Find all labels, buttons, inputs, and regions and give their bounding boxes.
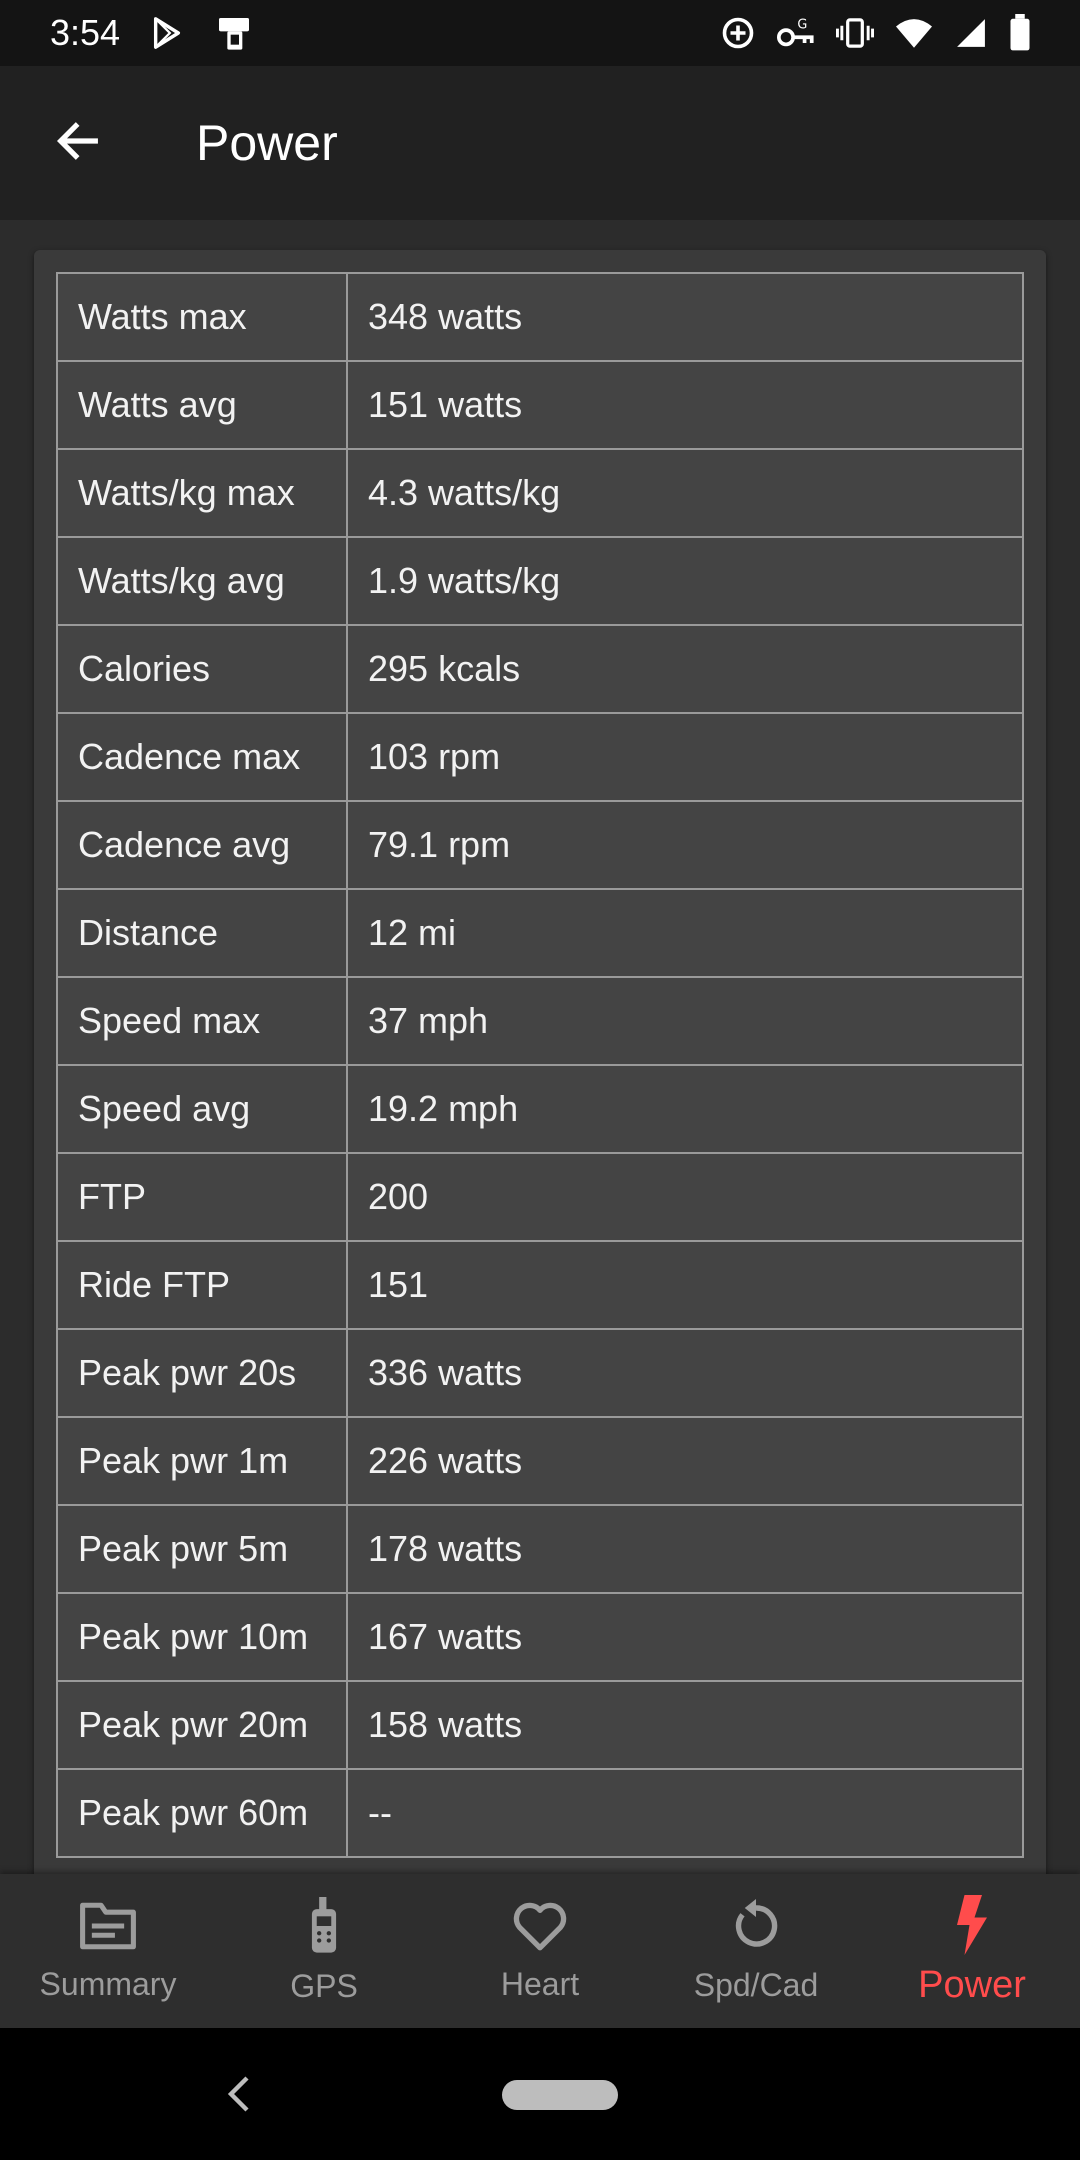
cell-signal-icon	[954, 15, 988, 51]
table-row: Peak pwr 20s 336 watts	[56, 1328, 1024, 1418]
system-home-button[interactable]	[502, 2080, 618, 2110]
stat-label: Watts/kg max	[56, 448, 348, 538]
table-row: Cadence avg 79.1 rpm	[56, 800, 1024, 890]
table-row: FTP 200	[56, 1152, 1024, 1242]
stat-label: Peak pwr 1m	[56, 1416, 348, 1506]
page-title: Power	[196, 115, 338, 171]
bottom-nav: Summary GPS Heart Spd/Cad Power	[0, 1874, 1080, 2028]
stats-table: Watts max 348 watts Watts avg 151 watts Watt…	[56, 272, 1024, 1858]
stat-value: 151 watts	[346, 360, 1024, 450]
table-row: Speed avg 19.2 mph	[56, 1064, 1024, 1154]
refresh-icon	[729, 1898, 783, 1959]
nav-label: Power	[918, 1964, 1026, 2006]
stat-value: 12 mi	[346, 888, 1024, 978]
data-saver-icon	[720, 15, 756, 51]
status-left: 3:54	[50, 12, 254, 54]
battery-icon	[1008, 14, 1032, 52]
stat-value: 295 kcals	[346, 624, 1024, 714]
stat-label: Speed avg	[56, 1064, 348, 1154]
heart-icon	[511, 1899, 569, 1958]
table-row: Ride FTP 151	[56, 1240, 1024, 1330]
svg-text:G: G	[797, 18, 807, 33]
stat-value: 336 watts	[346, 1328, 1024, 1418]
nav-power[interactable]: Power	[864, 1874, 1080, 2028]
play-store-icon	[150, 16, 184, 50]
table-row: Peak pwr 20m 158 watts	[56, 1680, 1024, 1770]
stat-value: 200	[346, 1152, 1024, 1242]
stat-value: 1.9 watts/kg	[346, 536, 1024, 626]
stat-label: Cadence avg	[56, 800, 348, 890]
content-area[interactable]: Watts max 348 watts Watts avg 151 watts Watt…	[0, 220, 1080, 1874]
table-row: Watts max 348 watts	[56, 272, 1024, 362]
stats-card: Watts max 348 watts Watts avg 151 watts Watt…	[34, 250, 1046, 1874]
table-row: Watts/kg max 4.3 watts/kg	[56, 448, 1024, 538]
nav-label: Heart	[500, 1966, 580, 2002]
nav-label: Summary	[39, 1966, 177, 2002]
table-row: Speed max 37 mph	[56, 976, 1024, 1066]
stat-label: Peak pwr 5m	[56, 1504, 348, 1594]
back-button[interactable]	[46, 111, 110, 175]
stat-value: 151	[346, 1240, 1024, 1330]
device-icon	[214, 13, 254, 53]
nav-label: Spd/Cad	[693, 1967, 819, 2003]
table-row: Peak pwr 5m 178 watts	[56, 1504, 1024, 1594]
stat-label: Peak pwr 10m	[56, 1592, 348, 1682]
stat-label: Ride FTP	[56, 1240, 348, 1330]
stat-label: Peak pwr 20m	[56, 1680, 348, 1770]
system-nav-bar	[0, 2028, 1080, 2160]
stat-value: 167 watts	[346, 1592, 1024, 1682]
stat-value: 158 watts	[346, 1680, 1024, 1770]
nav-heart[interactable]: Heart	[432, 1874, 648, 2028]
stat-value: 37 mph	[346, 976, 1024, 1066]
stat-label: Watts/kg avg	[56, 536, 348, 626]
stat-label: Peak pwr 20s	[56, 1328, 348, 1418]
stat-label: FTP	[56, 1152, 348, 1242]
app-bar: Power	[0, 66, 1080, 220]
system-back-icon[interactable]	[226, 2074, 252, 2119]
stat-label: Speed max	[56, 976, 348, 1066]
nav-label: GPS	[290, 1968, 358, 2004]
stat-label: Watts max	[56, 272, 348, 362]
stat-value: 226 watts	[346, 1416, 1024, 1506]
nav-summary[interactable]: Summary	[0, 1874, 216, 2028]
status-bar: 3:54 G	[0, 0, 1080, 66]
nav-spd-cad[interactable]: Spd/Cad	[648, 1874, 864, 2028]
lightning-icon	[952, 1895, 992, 1960]
table-row: Watts avg 151 watts	[56, 360, 1024, 450]
table-row: Cadence max 103 rpm	[56, 712, 1024, 802]
stat-value: 4.3 watts/kg	[346, 448, 1024, 538]
nav-gps[interactable]: GPS	[216, 1874, 432, 2028]
stat-label: Calories	[56, 624, 348, 714]
stat-value: 103 rpm	[346, 712, 1024, 802]
stat-value: 19.2 mph	[346, 1064, 1024, 1154]
table-row: Peak pwr 60m --	[56, 1768, 1024, 1858]
stat-value: 348 watts	[346, 272, 1024, 362]
table-row: Calories 295 kcals	[56, 624, 1024, 714]
table-row: Peak pwr 10m 167 watts	[56, 1592, 1024, 1682]
stat-label: Distance	[56, 888, 348, 978]
stat-label: Peak pwr 60m	[56, 1768, 348, 1858]
stat-value: 79.1 rpm	[346, 800, 1024, 890]
vpn-key-icon: G	[776, 15, 816, 51]
wifi-icon	[894, 15, 934, 51]
table-row: Watts/kg avg 1.9 watts/kg	[56, 536, 1024, 626]
stat-label: Cadence max	[56, 712, 348, 802]
stat-value: --	[346, 1768, 1024, 1858]
status-time: 3:54	[50, 12, 121, 53]
gps-device-icon	[304, 1897, 344, 1960]
table-row: Distance 12 mi	[56, 888, 1024, 978]
summary-icon	[78, 1899, 138, 1958]
vibrate-icon	[836, 15, 874, 51]
table-row: Peak pwr 1m 226 watts	[56, 1416, 1024, 1506]
stat-value: 178 watts	[346, 1504, 1024, 1594]
stat-label: Watts avg	[56, 360, 348, 450]
arrow-back-icon	[52, 115, 104, 172]
status-right: G	[700, 14, 1032, 52]
